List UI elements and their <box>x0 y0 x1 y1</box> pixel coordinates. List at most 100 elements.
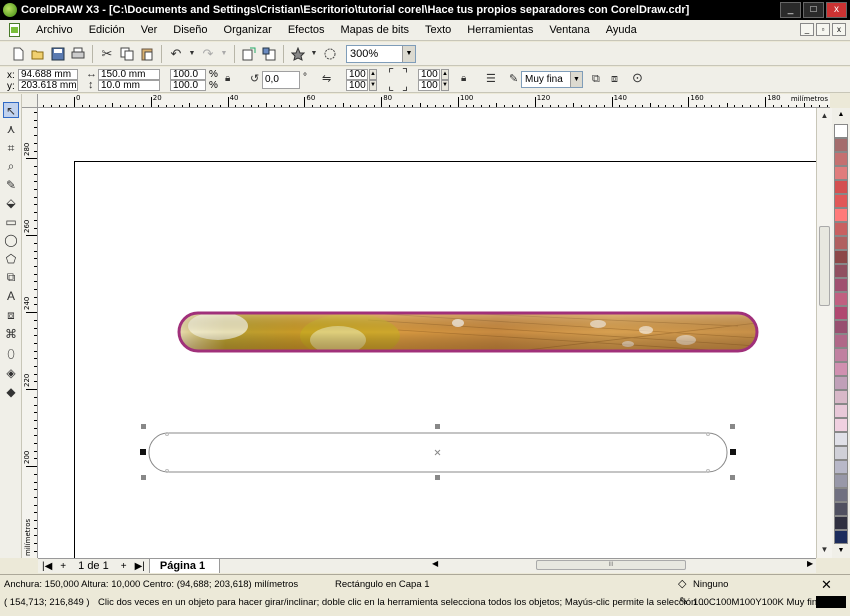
palette-scroll-down-icon[interactable]: ▼ <box>834 546 848 556</box>
add-page-before-icon[interactable]: + <box>56 561 70 572</box>
document-icon[interactable] <box>9 23 20 37</box>
vertical-ruler[interactable]: milímetros 280 260 240 220 200 <box>22 108 38 558</box>
menu-edicion[interactable]: Edición <box>81 24 133 36</box>
undo-dropdown-icon[interactable]: ▼ <box>188 46 196 62</box>
x-position-field[interactable]: 94.688 mm <box>18 69 78 80</box>
palette-swatch[interactable] <box>834 166 848 180</box>
zoom-tool-icon[interactable]: ⌕ <box>3 158 19 174</box>
palette-swatch[interactable] <box>834 292 848 306</box>
print-icon[interactable] <box>70 46 86 62</box>
vertical-scroll-thumb[interactable] <box>819 226 830 306</box>
minimize-button[interactable]: _ <box>780 2 801 18</box>
launcher-dropdown-icon[interactable]: ▼ <box>310 46 318 62</box>
text-wrap-icon[interactable]: ☰ <box>486 73 496 85</box>
drawing-canvas[interactable] <box>38 108 816 558</box>
import-icon[interactable] <box>241 46 257 62</box>
scroll-down-icon[interactable]: ▼ <box>817 542 832 557</box>
ellipse-tool-icon[interactable]: ◯ <box>3 232 19 248</box>
palette-swatch[interactable] <box>834 502 848 516</box>
menu-texto[interactable]: Texto <box>417 24 459 36</box>
scroll-up-icon[interactable]: ▲ <box>817 108 832 123</box>
palette-swatch[interactable] <box>834 278 848 292</box>
menu-archivo[interactable]: Archivo <box>28 24 81 36</box>
menu-mapas-de-bits[interactable]: Mapas de bits <box>333 24 417 36</box>
first-page-icon[interactable]: |◀ <box>38 561 56 572</box>
menu-ventana[interactable]: Ventana <box>541 24 597 36</box>
palette-swatch[interactable] <box>834 418 848 432</box>
palette-swatch[interactable] <box>834 334 848 348</box>
palette-swatch[interactable] <box>834 488 848 502</box>
open-icon[interactable] <box>30 46 46 62</box>
welcome-screen-icon[interactable] <box>322 46 338 62</box>
doc-close-button[interactable]: x <box>832 23 846 36</box>
corner-roundness-bottom-right-field[interactable]: 100 <box>418 80 440 91</box>
zoom-level-combo[interactable]: 300% ▼ <box>346 44 416 63</box>
interactive-fill-tool-icon[interactable]: ◆ <box>3 384 19 400</box>
last-page-icon[interactable]: ▶| <box>131 561 149 572</box>
palette-swatch[interactable] <box>834 152 848 166</box>
palette-swatch[interactable] <box>834 516 848 530</box>
ruler-origin[interactable] <box>22 94 38 108</box>
menu-herramientas[interactable]: Herramientas <box>459 24 541 36</box>
close-button[interactable]: x <box>826 2 847 18</box>
corner-bottom-left-spinner[interactable]: ▼ <box>369 80 377 91</box>
scroll-right-icon[interactable]: ▶ <box>807 559 813 568</box>
outline-width-combo[interactable]: Muy fina ▼ <box>521 71 583 88</box>
scale-width-field[interactable]: 100.0 <box>170 69 206 80</box>
palette-swatch[interactable] <box>834 180 848 194</box>
menu-ver[interactable]: Ver <box>133 24 166 36</box>
doc-restore-button[interactable]: ▫ <box>816 23 830 36</box>
palette-swatch[interactable] <box>834 138 848 152</box>
round-corner-icon[interactable]: ⌟ <box>402 79 408 92</box>
no-fill-icon[interactable]: ✕ <box>821 577 832 593</box>
export-icon[interactable] <box>261 46 277 62</box>
interactive-blend-tool-icon[interactable]: ⧈ <box>3 307 19 323</box>
undo-icon[interactable]: ↶ <box>168 46 184 62</box>
menu-ayuda[interactable]: Ayuda <box>598 24 645 36</box>
redo-dropdown-icon[interactable]: ▼ <box>220 46 228 62</box>
crop-tool-icon[interactable]: ⌗ <box>3 140 19 156</box>
palette-swatch[interactable] <box>834 250 848 264</box>
outline-tool-icon[interactable]: ⬯ <box>3 346 19 362</box>
round-corners-together-icon[interactable]: 🔒︎ <box>461 73 466 85</box>
eyedropper-tool-icon[interactable]: ⌘ <box>3 326 19 342</box>
lock-ratio-icon[interactable]: 🔒︎ <box>225 73 230 85</box>
palette-swatch[interactable] <box>834 264 848 278</box>
new-document-icon[interactable] <box>10 46 26 62</box>
shape-tool-icon[interactable]: ⋏ <box>3 121 19 137</box>
to-front-icon[interactable]: ⧉ <box>592 73 600 85</box>
palette-swatch[interactable] <box>834 446 848 460</box>
horizontal-ruler[interactable]: milímetros 0 20 40 60 80 100 120 140 160 180 <box>38 94 830 108</box>
rectangle-tool-icon[interactable]: ▭ <box>3 214 19 230</box>
palette-swatch[interactable] <box>834 474 848 488</box>
object-width-field[interactable]: 150.0 mm <box>98 69 160 80</box>
cut-icon[interactable]: ✂ <box>99 46 115 62</box>
palette-scroll-up-icon[interactable]: ▲ <box>834 110 848 120</box>
menu-organizar[interactable]: Organizar <box>216 24 280 36</box>
corner-top-left-spinner[interactable]: ▲ <box>369 69 377 80</box>
pick-tool-icon[interactable]: ↖ <box>3 102 19 118</box>
redo-icon[interactable]: ↷ <box>200 46 216 62</box>
palette-swatch[interactable] <box>834 236 848 250</box>
y-position-field[interactable]: 203.618 mm <box>18 80 78 91</box>
add-page-after-icon[interactable]: + <box>117 561 131 572</box>
doc-minimize-button[interactable]: _ <box>800 23 814 36</box>
palette-swatch[interactable] <box>834 124 848 138</box>
basic-shapes-tool-icon[interactable]: ⧉ <box>3 269 19 285</box>
zoom-dropdown-icon[interactable]: ▼ <box>402 45 415 62</box>
horizontal-scrollbar[interactable]: ◀ III ▶ <box>430 559 816 572</box>
palette-swatch[interactable] <box>834 320 848 334</box>
corner-roundness-top-left-field[interactable]: 100 <box>346 69 368 80</box>
object-height-field[interactable]: 10.0 mm <box>98 80 160 91</box>
page-tab-1[interactable]: Página 1 <box>148 559 221 573</box>
palette-swatch[interactable] <box>834 460 848 474</box>
corner-roundness-top-right-field[interactable]: 100 <box>418 69 440 80</box>
copy-icon[interactable] <box>119 46 135 62</box>
maximize-button[interactable]: □ <box>803 2 824 18</box>
palette-swatch[interactable] <box>834 362 848 376</box>
corner-bottom-right-spinner[interactable]: ▼ <box>441 80 449 91</box>
polygon-tool-icon[interactable]: ⬠ <box>3 251 19 267</box>
corner-roundness-bottom-left-field[interactable]: 100 <box>346 80 368 91</box>
menu-efectos[interactable]: Efectos <box>280 24 333 36</box>
corner-top-right-spinner[interactable]: ▲ <box>441 69 449 80</box>
